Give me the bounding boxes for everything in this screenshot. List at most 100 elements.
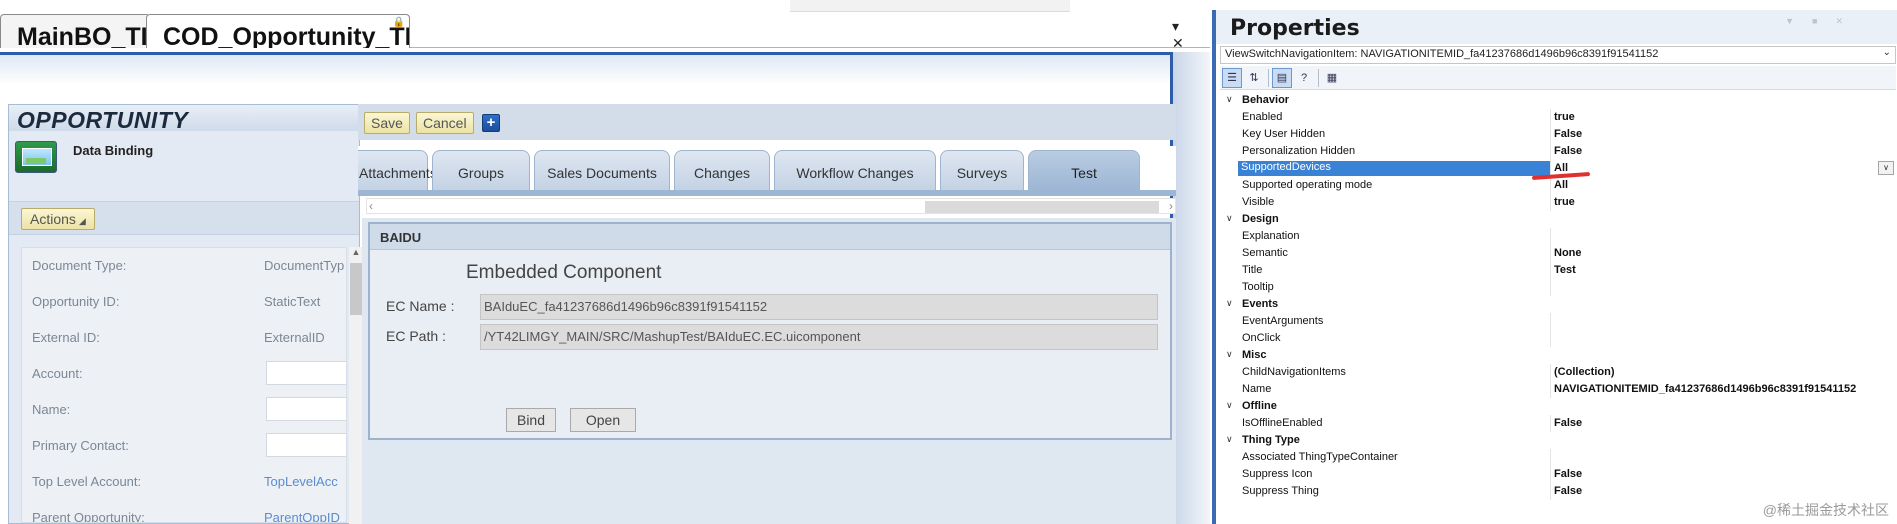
tab-workflow-changes[interactable]: Workflow Changes	[774, 150, 936, 190]
property-value[interactable]: Test	[1554, 264, 1576, 276]
collapse-icon[interactable]: ∨	[1226, 213, 1233, 224]
pin-icon[interactable]: 🔒	[393, 17, 405, 28]
property-value[interactable]: False	[1554, 145, 1582, 157]
property-row[interactable]: Supported operating mode All	[1220, 177, 1896, 194]
pane-close-icon[interactable]: ✕	[1835, 16, 1861, 26]
property-row[interactable]: ChildNavigationItems (Collection)	[1220, 364, 1896, 381]
tab-groups[interactable]: Groups	[432, 150, 530, 190]
property-value[interactable]: False	[1554, 485, 1582, 497]
ec-name-field: BAIduEC_fa41237686d1496b96c8391f91541152	[480, 294, 1158, 320]
pane-dropdown-icon[interactable]: ▼	[1785, 16, 1812, 26]
field-label: Opportunity ID:	[32, 294, 120, 309]
property-name: Semantic	[1242, 247, 1288, 259]
scroll-left-icon[interactable]: ‹	[369, 199, 373, 213]
canvas-header-shade	[0, 55, 1170, 85]
property-category[interactable]: ∨ Offline	[1220, 398, 1896, 415]
actions-label: Actions	[30, 211, 76, 227]
add-button[interactable]: +	[482, 114, 500, 132]
window: MainBO_TI COD_Opportunity_TI 🔒 ▾ ✕ OPPOR…	[0, 0, 1897, 524]
grid-divider	[1550, 262, 1551, 279]
collapse-icon[interactable]: ∨	[1226, 298, 1233, 309]
property-name: Key User Hidden	[1242, 128, 1326, 140]
property-category[interactable]: ∨ Thing Type	[1220, 432, 1896, 449]
actions-button[interactable]: Actions ◢	[21, 208, 95, 230]
property-row[interactable]: EventArguments	[1220, 313, 1896, 330]
property-category[interactable]: ∨ Events	[1220, 296, 1896, 313]
property-row[interactable]: Title Test	[1220, 262, 1896, 279]
property-pages-icon[interactable]: ▦	[1322, 68, 1342, 88]
property-row[interactable]: IsOfflineEnabled False	[1220, 415, 1896, 432]
property-value[interactable]: NAVIGATIONITEMID_fa41237686d1496b96c8391…	[1554, 383, 1856, 395]
tab-test[interactable]: Test	[1028, 150, 1140, 190]
categorized-icon[interactable]: ☰	[1222, 68, 1242, 88]
property-name: Supported operating mode	[1242, 179, 1373, 191]
field-input[interactable]	[266, 361, 346, 385]
scroll-up-icon[interactable]: ▲	[349, 247, 363, 261]
chevron-down-icon[interactable]: ⌄	[1883, 47, 1891, 58]
property-value[interactable]: true	[1554, 196, 1575, 208]
property-category[interactable]: ∨ Misc	[1220, 347, 1896, 364]
scroll-thumb[interactable]	[350, 263, 362, 315]
scroll-right-icon[interactable]: ›	[1169, 199, 1173, 213]
group-header: BAIDU	[370, 224, 1170, 250]
collapse-icon[interactable]: ∨	[1226, 400, 1233, 411]
save-button[interactable]: Save	[364, 112, 410, 134]
category-name: Misc	[1242, 349, 1267, 361]
help-icon[interactable]: ?	[1294, 68, 1314, 88]
property-value[interactable]: False	[1554, 417, 1582, 429]
property-row[interactable]: Tooltip	[1220, 279, 1896, 296]
property-row[interactable]: OnClick	[1220, 330, 1896, 347]
tab-surveys[interactable]: Surveys	[940, 150, 1024, 190]
pane-pin-icon[interactable]: ■	[1812, 16, 1835, 26]
property-row[interactable]: Name NAVIGATIONITEMID_fa41237686d1496b96c…	[1220, 381, 1896, 398]
property-row[interactable]: Key User Hidden False	[1220, 126, 1896, 143]
ec-name-label: EC Name :	[386, 298, 455, 314]
property-row[interactable]: Explanation	[1220, 228, 1896, 245]
property-row[interactable]: Suppress Icon False	[1220, 466, 1896, 483]
property-value[interactable]: None	[1554, 247, 1582, 259]
hscroll-thumb[interactable]	[925, 201, 1159, 213]
tab-list-dropdown-icon[interactable]: ▾	[1172, 18, 1179, 34]
field-input[interactable]	[266, 433, 346, 457]
field-link[interactable]: ParentOppID	[264, 510, 340, 522]
cancel-button[interactable]: Cancel	[416, 112, 474, 134]
property-row[interactable]: Associated ThingTypeContainer	[1220, 449, 1896, 466]
property-name: EventArguments	[1242, 315, 1324, 327]
tab-changes[interactable]: Changes	[674, 150, 770, 190]
property-value[interactable]: False	[1554, 468, 1582, 480]
field-link[interactable]: TopLevelAcc	[264, 474, 338, 489]
property-row[interactable]: Enabled true	[1220, 109, 1896, 126]
collapse-icon[interactable]: ∨	[1226, 434, 1233, 445]
ec-path-label: EC Path :	[386, 328, 446, 344]
property-value[interactable]: true	[1554, 111, 1575, 123]
property-value[interactable]: All	[1554, 179, 1568, 191]
property-value[interactable]: All	[1554, 162, 1568, 174]
property-row[interactable]: Visible true	[1220, 194, 1896, 211]
property-category[interactable]: ∨ Design	[1220, 211, 1896, 228]
horizontal-scrollbar[interactable]: ‹ ›	[366, 198, 1176, 214]
doc-tab-mainbo[interactable]: MainBO_TI	[0, 14, 150, 48]
property-row[interactable]: Semantic None	[1220, 245, 1896, 262]
property-name: Suppress Icon	[1242, 468, 1313, 480]
property-name: Associated ThingTypeContainer	[1242, 451, 1398, 463]
toolbar-separator	[1318, 69, 1319, 87]
property-row[interactable]: Suppress Thing False	[1220, 483, 1896, 500]
property-row[interactable]: Personalization Hidden False	[1220, 143, 1896, 160]
open-button[interactable]: Open	[570, 408, 636, 432]
properties-icon[interactable]: ▤	[1272, 68, 1292, 88]
collapse-icon[interactable]: ∨	[1226, 94, 1233, 105]
vertical-scrollbar[interactable]: ▲	[349, 247, 363, 524]
property-category[interactable]: ∨ Behavior	[1220, 92, 1896, 109]
tab-attachments[interactable]: Attachments	[358, 150, 437, 190]
alphabetical-icon[interactable]: ⇅	[1244, 68, 1264, 88]
collapse-icon[interactable]: ∨	[1226, 349, 1233, 360]
tab-sales-documents[interactable]: Sales Documents	[534, 150, 670, 190]
grid-divider	[1550, 330, 1551, 347]
object-selector[interactable]: ViewSwitchNavigationItem: NAVIGATIONITEM…	[1220, 46, 1896, 64]
doc-tab-cod-opportunity[interactable]: COD_Opportunity_TI 🔒	[146, 14, 410, 48]
field-input[interactable]	[266, 397, 346, 421]
value-dropdown-icon[interactable]: ∨	[1878, 161, 1894, 175]
bind-button[interactable]: Bind	[506, 408, 556, 432]
property-value[interactable]: (Collection)	[1554, 366, 1615, 378]
property-value[interactable]: False	[1554, 128, 1582, 140]
